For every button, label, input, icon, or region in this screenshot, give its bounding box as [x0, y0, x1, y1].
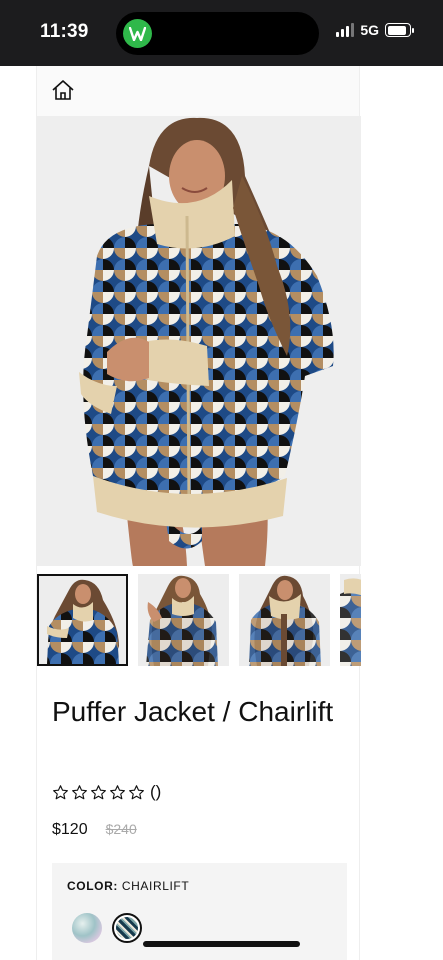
rating[interactable]: (): [52, 782, 161, 802]
thumbnail-4[interactable]: [340, 574, 361, 666]
battery-icon: [385, 23, 414, 37]
sale-price: $120: [52, 821, 88, 838]
compare-at-price: $240: [105, 821, 137, 837]
home-icon[interactable]: [51, 79, 75, 101]
color-label-key: COLOR:: [67, 879, 118, 893]
review-count[interactable]: (): [150, 782, 161, 802]
color-label: COLOR: CHAIRLIFT: [67, 879, 189, 893]
thumbnail-strip[interactable]: [37, 574, 361, 666]
star-outline-icon: [53, 784, 68, 799]
thumbnail-2[interactable]: [138, 574, 229, 666]
network-type: 5G: [360, 22, 379, 38]
iridescent-swatch[interactable]: [72, 913, 102, 943]
star-outline-icon: [91, 784, 106, 799]
product-page: Puffer Jacket / Chairlift () $120 $240 C…: [36, 66, 361, 960]
status-time: 11:39: [40, 21, 89, 42]
signal-icon: [336, 23, 355, 37]
vimeo-w-icon[interactable]: [123, 19, 152, 48]
home-indicator[interactable]: [143, 941, 300, 947]
chairlift-swatch[interactable]: [112, 913, 142, 943]
price-row: $120 $240: [52, 821, 137, 839]
top-nav: [37, 66, 359, 116]
thumbnail-3[interactable]: [239, 574, 330, 666]
thumbnail-1[interactable]: [37, 574, 128, 666]
color-value: CHAIRLIFT: [121, 879, 190, 893]
star-outline-icon: [110, 784, 125, 799]
status-bar: 11:39 5G: [0, 0, 443, 66]
status-indicators: 5G: [336, 22, 414, 38]
dynamic-island[interactable]: [116, 12, 319, 55]
product-main-image[interactable]: [37, 116, 361, 566]
battery-level: [387, 25, 407, 35]
star-outline-icon: [72, 784, 87, 799]
star-outline-icon: [129, 784, 144, 799]
product-title: Puffer Jacket / Chairlift: [52, 696, 334, 727]
